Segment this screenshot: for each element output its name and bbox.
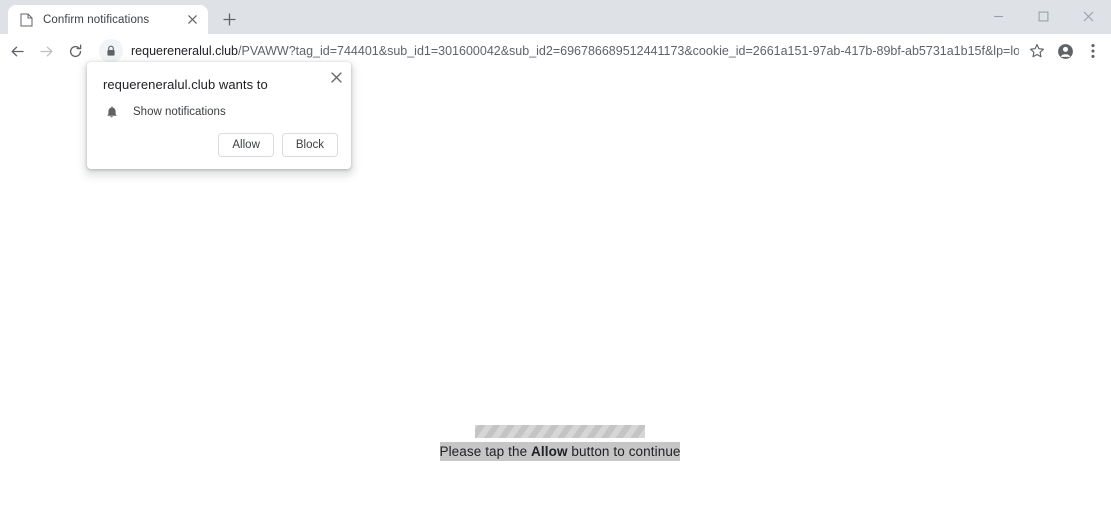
new-tab-button[interactable] [215, 5, 243, 33]
minimize-icon[interactable] [976, 0, 1021, 32]
url-host: requereneralul.club [131, 44, 239, 58]
dialog-actions: Allow Block [218, 133, 338, 157]
forward-arrow-icon [32, 37, 60, 65]
close-tab-icon[interactable] [184, 12, 200, 28]
notification-permission-dialog: requereneralul.club wants to Show notifi… [87, 62, 351, 169]
maximize-icon[interactable] [1021, 0, 1066, 32]
address-bar[interactable]: requereneralul.club/PVAWW?tag_id=744401&… [95, 38, 1019, 64]
window-controls [976, 0, 1111, 32]
browser-tab[interactable]: Confirm notifications [8, 5, 208, 34]
profile-avatar-icon[interactable] [1051, 37, 1079, 65]
instruction-text: Please tap the Allow button to continue [439, 442, 681, 461]
back-arrow-icon[interactable] [3, 37, 31, 65]
block-button[interactable]: Block [281, 133, 338, 157]
allow-button[interactable]: Allow [218, 133, 274, 157]
permission-row: Show notifications [103, 104, 226, 120]
url-text: requereneralul.club/PVAWW?tag_id=744401&… [131, 44, 1019, 58]
tab-title: Confirm notifications [43, 13, 150, 26]
instruction-suffix: button to continue [567, 444, 681, 459]
page-icon [18, 12, 34, 28]
close-icon[interactable] [1066, 0, 1111, 32]
instruction-emphasis: Allow [531, 444, 568, 459]
dialog-close-icon[interactable] [327, 68, 345, 86]
permission-label: Show notifications [133, 106, 226, 118]
tab-strip: Confirm notifications [0, 0, 1111, 34]
bell-icon [103, 104, 119, 120]
lock-icon[interactable] [99, 39, 123, 63]
url-path: /PVAWW?tag_id=744401&sub_id1=301600042&s… [238, 44, 1019, 58]
loading-progress-bar [475, 425, 645, 438]
reload-icon[interactable] [61, 37, 89, 65]
dialog-title: requereneralul.club wants to [103, 77, 268, 92]
three-dot-menu-icon[interactable] [1079, 37, 1107, 65]
star-icon[interactable] [1023, 37, 1051, 65]
instruction-prefix: Please tap the [439, 444, 532, 459]
